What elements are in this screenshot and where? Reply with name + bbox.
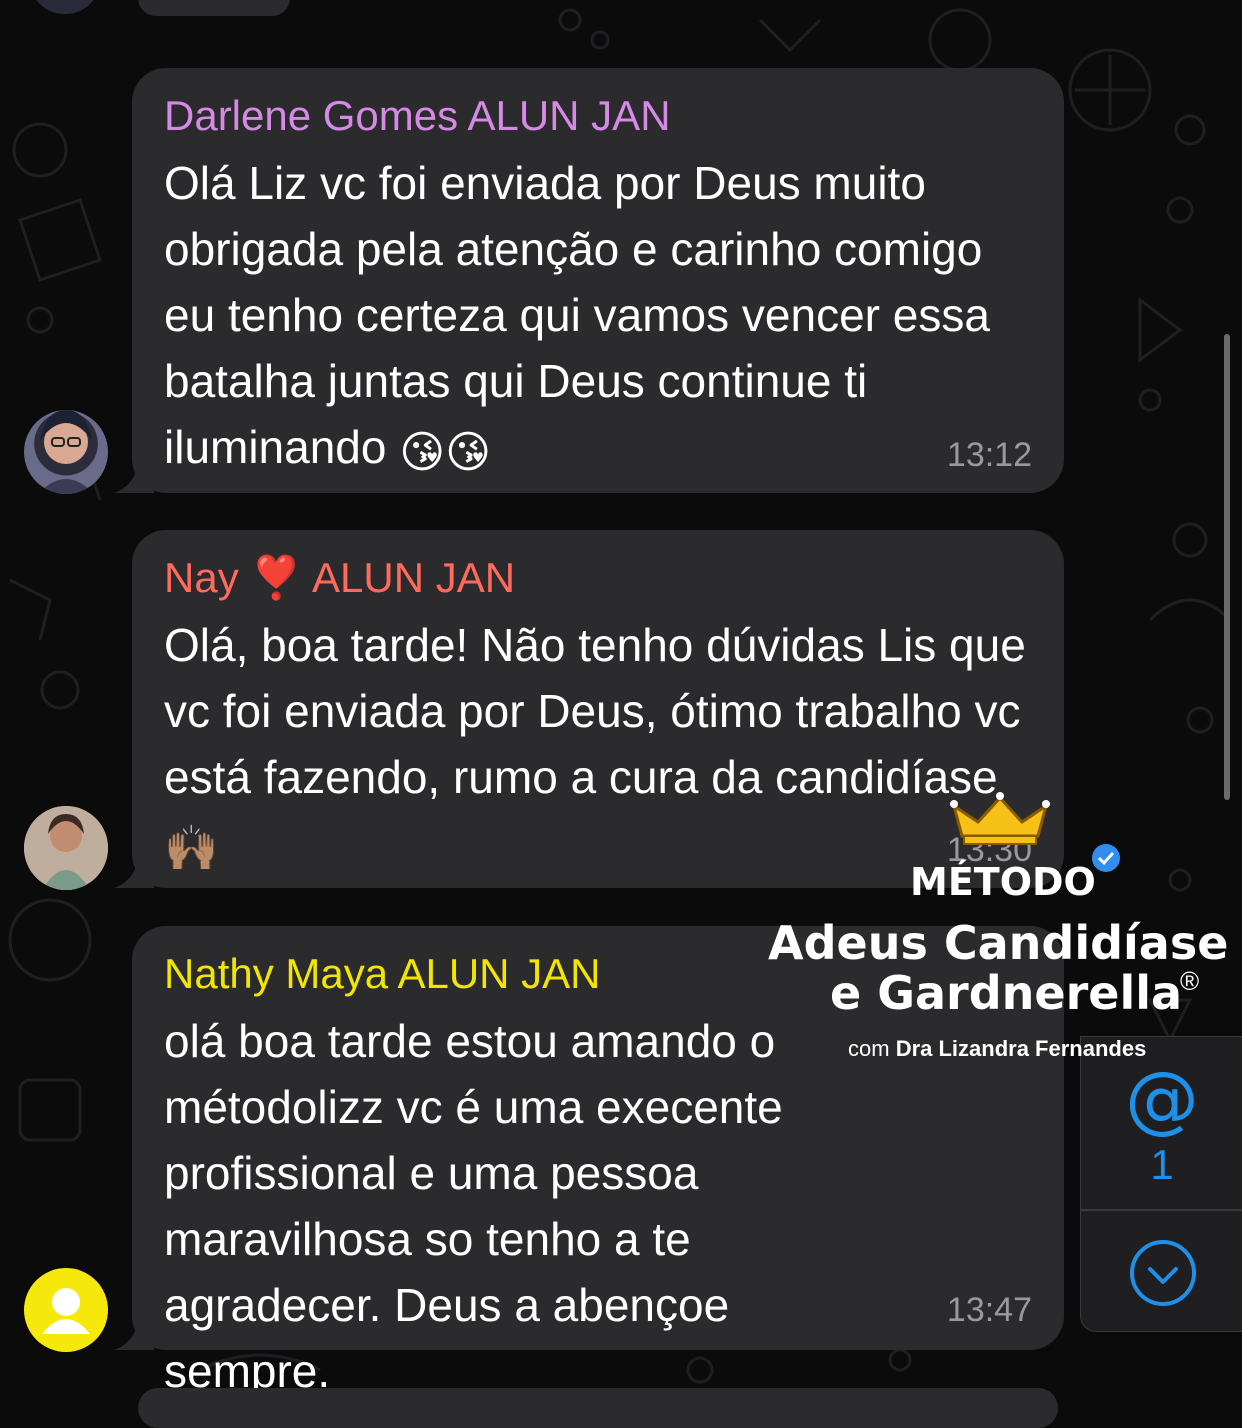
crown-icon bbox=[950, 792, 1050, 845]
logo-line-method: MÉTODO bbox=[910, 860, 1096, 904]
logo-line-title: Adeus Candidíase bbox=[768, 916, 1229, 970]
mentions-count: 1 bbox=[1150, 1141, 1174, 1188]
avatar[interactable] bbox=[24, 806, 108, 890]
avatar-photo bbox=[24, 806, 108, 890]
sender-name[interactable]: Darlene Gomes ALUN JAN bbox=[164, 86, 1034, 146]
raised-hands-emoji: 🙌🏽 bbox=[164, 824, 219, 873]
message-time: 13:47 bbox=[946, 1291, 1032, 1329]
message-time: 13:12 bbox=[946, 436, 1032, 474]
heart-exclamation-emoji: ❣️ bbox=[250, 554, 303, 601]
message-text: olá boa tarde estou amando o métodolizz … bbox=[164, 1015, 783, 1397]
logo-line-subtitle: e Gardnerella bbox=[830, 966, 1183, 1020]
avatar[interactable] bbox=[24, 1268, 108, 1352]
sender-name[interactable]: Nay ❣️ ALUN JAN bbox=[164, 548, 1034, 608]
message-bubble[interactable]: Darlene Gomes ALUN JAN Olá Liz vc foi en… bbox=[114, 68, 1064, 493]
bubble-tail bbox=[114, 856, 154, 888]
logo-byline: com Dra Lizandra Fernandes bbox=[848, 1036, 1147, 1061]
avatar[interactable] bbox=[24, 410, 108, 494]
registered-mark: ® bbox=[1180, 966, 1200, 996]
bubble-tail bbox=[114, 1318, 154, 1350]
scroll-down-button[interactable] bbox=[1080, 1210, 1242, 1332]
bubble-tail bbox=[114, 461, 154, 493]
avatar-photo bbox=[38, 410, 94, 494]
previous-message-bubble bbox=[138, 0, 290, 16]
chevron-down-icon bbox=[1130, 1240, 1196, 1306]
message-text: Olá Liz vc foi enviada por Deus muito ob… bbox=[164, 150, 1034, 486]
at-icon: @ bbox=[1125, 1056, 1199, 1142]
scrollbar[interactable] bbox=[1224, 334, 1230, 800]
method-logo-watermark: MÉTODO Adeus Candidíase e Gardnerella ® … bbox=[760, 790, 1230, 1070]
kiss-emoji: 😘😘 bbox=[399, 428, 492, 477]
default-user-icon bbox=[42, 1288, 90, 1334]
next-message-bubble bbox=[138, 1388, 1058, 1428]
